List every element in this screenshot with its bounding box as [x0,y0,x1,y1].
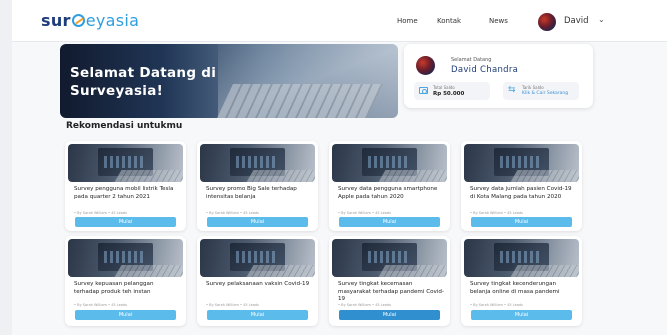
survey-card-image [332,144,447,182]
exchange-icon: ⇆ [508,85,516,95]
top-navbar: sur eyasia Home Kontak News David ⌄ [12,0,667,42]
survey-card-meta: • By Sarah William • 45 Leads [470,211,523,215]
start-survey-button[interactable]: Mulai [207,217,308,227]
survey-card-title: Survey kepuasan pelanggan terhadap produ… [74,281,154,295]
start-survey-button[interactable]: Mulai [75,217,176,227]
survey-card-image [464,144,579,182]
survey-card-title: Survey data jumlah pasien Covid-19 di Ko… [470,186,572,200]
hero-title: Selamat Datang di Surveyasia! [70,65,217,99]
user-avatar[interactable] [538,13,556,31]
survey-card[interactable]: Survey pelaksanaan vaksin Covid-19 • By … [197,236,318,326]
survey-card[interactable]: Survey data jumlah pasien Covid-19 di Ko… [461,141,582,231]
balance-value: Rp 50.000 [433,91,465,97]
survey-card-title: Survey pengguna mobil listrik Tesla pada… [74,186,174,200]
survey-card-meta: • By Sarah William • 45 Leads [338,211,391,215]
survey-card[interactable]: Survey promo Big Sale terhadap intensita… [197,141,318,231]
logo-text-right: eyasia [85,11,140,30]
survey-card-image [68,144,183,182]
survey-card[interactable]: Survey tingkat kecemasan masyarakat terh… [329,236,450,326]
wallet-icon [419,87,428,94]
survey-card[interactable]: Survey tingkat kecenderungan belanja onl… [461,236,582,326]
welcome-user-name: David Chandra [451,65,519,75]
survey-card[interactable]: Survey kepuasan pelanggan terhadap produ… [65,236,186,326]
start-survey-button[interactable]: Mulai [75,310,176,320]
hero-banner: Selamat Datang di Surveyasia! [60,44,398,118]
survey-card-image [200,239,315,277]
start-survey-button[interactable]: Mulai [207,310,308,320]
survey-card-title: Survey tingkat kecemasan masyarakat terh… [338,281,444,303]
survey-card-title: Survey data pengguna smartphone Apple pa… [338,186,438,200]
nav-link-news[interactable]: News [489,17,508,25]
withdraw-box[interactable]: ⇆ Tarik Saldo Klik & Cair Sekarang [503,82,579,100]
survey-card[interactable]: Survey data pengguna smartphone Apple pa… [329,141,450,231]
start-survey-button[interactable]: Mulai [471,310,572,320]
nav-link-kontak[interactable]: Kontak [437,17,461,25]
survey-card-meta: • By Sarah William • 45 Leads [206,303,259,307]
welcome-greeting: Selamat Datang [451,57,492,63]
start-survey-button[interactable]: Mulai [339,310,440,320]
withdraw-link[interactable]: Klik & Cair Sekarang [522,91,568,96]
balance-box: Total Saldo Rp 50.000 [414,82,490,100]
balance-label: Total Saldo [433,85,455,90]
logo-text-left: sur [41,11,71,30]
survey-card-meta: • By Sarah William • 45 Leads [74,303,127,307]
surveyasia-logo[interactable]: sur eyasia [41,11,139,30]
withdraw-label: Tarik Saldo [522,85,544,90]
survey-card-meta: • By Sarah William • 45 Leads [206,211,259,215]
survey-card-image [332,239,447,277]
survey-card-title: Survey pelaksanaan vaksin Covid-19 [206,281,310,287]
survey-card-image [200,144,315,182]
survey-card-meta: • By Sarah William • 45 Leads [338,303,391,307]
welcome-avatar [416,56,435,75]
chevron-down-icon[interactable]: ⌄ [598,15,605,24]
section-title: Rekomendasi untukmu [66,121,183,131]
survey-card-meta: • By Sarah William • 45 Leads [470,303,523,307]
survey-card[interactable]: Survey pengguna mobil listrik Tesla pada… [65,141,186,231]
logo-mark-icon [71,14,85,27]
nav-link-home[interactable]: Home [397,17,418,25]
survey-card-image [68,239,183,277]
start-survey-button[interactable]: Mulai [471,217,572,227]
survey-card-image [464,239,579,277]
survey-card-title: Survey tingkat kecenderungan belanja onl… [470,281,560,295]
user-name[interactable]: David [564,16,589,26]
welcome-card: Selamat Datang David Chandra Total Saldo… [404,44,593,108]
survey-card-meta: • By Sarah William • 45 Leads [74,211,127,215]
survey-card-title: Survey promo Big Sale terhadap intensita… [206,186,297,200]
start-survey-button[interactable]: Mulai [339,217,440,227]
